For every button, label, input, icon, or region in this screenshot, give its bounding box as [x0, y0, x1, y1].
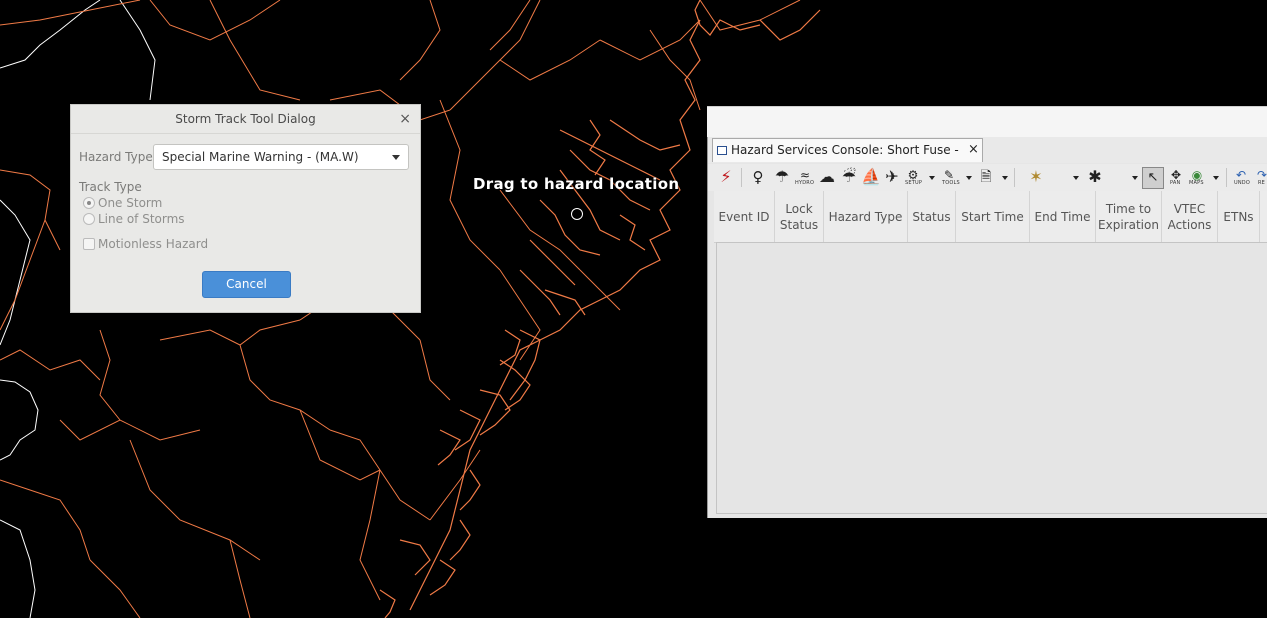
pan-label: PAN — [1170, 180, 1181, 186]
console-window-header — [707, 106, 1267, 137]
table-header: Event ID Lock Status Hazard Type Status … — [714, 191, 1267, 243]
chevron-down-icon[interactable] — [1213, 176, 1219, 180]
tab-short-fuse-console[interactable]: Hazard Services Console: Short Fuse - CH… — [712, 138, 983, 179]
hazard-table-body[interactable] — [716, 242, 1267, 514]
motionless-hazard-label: Motionless Hazard — [98, 237, 209, 251]
hazard-services-console: Hazard Services Console: Short Fuse - CH… — [707, 137, 1267, 518]
cloud-rain-icon[interactable]: ☔ — [839, 167, 859, 187]
cursor-circle-icon — [571, 208, 583, 220]
cloud-sun-icon[interactable]: ☁ — [817, 167, 837, 187]
lightning-icon[interactable]: ⚡ — [716, 167, 736, 187]
close-icon[interactable]: × — [399, 105, 411, 133]
toolbar-separator — [1014, 168, 1015, 187]
one-storm-label: One Storm — [98, 196, 163, 210]
document-icon[interactable]: 🗎 — [978, 167, 994, 187]
column-header-event-id[interactable]: Event ID — [714, 191, 775, 242]
cancel-button[interactable]: Cancel — [202, 271, 291, 298]
chevron-down-icon[interactable] — [1002, 176, 1008, 180]
chevron-down-icon[interactable] — [1073, 176, 1079, 180]
map-icon[interactable]: ✶ — [1026, 167, 1046, 187]
dialog-title: Storm Track Tool Dialog — [175, 112, 316, 126]
hazard-type-label: Hazard Type — [79, 150, 153, 164]
hazard-type-value: Special Marine Warning - (MA.W) — [162, 150, 359, 164]
column-header-hazard-type[interactable]: Hazard Type — [824, 191, 908, 242]
state-boundary — [119, 0, 156, 101]
window-icon — [717, 146, 727, 155]
track-type-label: Track Type — [79, 180, 142, 194]
storm-track-icon[interactable]: ♀ — [748, 167, 768, 187]
radio-line-of-storms[interactable] — [83, 213, 95, 225]
column-header-end-time[interactable]: End Time — [1030, 191, 1096, 242]
chevron-down-icon — [392, 155, 400, 160]
storm-track-tool-dialog: Storm Track Tool Dialog × Hazard Type Sp… — [70, 104, 421, 313]
state-boundary — [0, 519, 36, 618]
state-boundary — [0, 379, 39, 461]
close-icon[interactable]: × — [968, 139, 979, 161]
hazard-type-select[interactable]: Special Marine Warning - (MA.W) — [153, 144, 409, 170]
airplane-icon[interactable]: ✈ — [882, 167, 902, 187]
chevron-down-icon[interactable] — [929, 176, 935, 180]
marine-icon[interactable]: ⛵ — [861, 167, 881, 187]
column-header-lock-status[interactable]: Lock Status — [775, 191, 824, 242]
console-tabbar: Hazard Services Console: Short Fuse - CH… — [708, 137, 1267, 179]
redo-label: RE — [1258, 180, 1266, 186]
maps-label: MAPS — [1189, 180, 1204, 186]
undo-label: UNDO — [1234, 180, 1250, 186]
toolbar-separator — [741, 168, 742, 187]
column-header-overflow[interactable] — [1260, 191, 1267, 242]
setup-label: SETUP — [905, 180, 923, 186]
column-header-start-time[interactable]: Start Time — [956, 191, 1030, 242]
hydro-label: HYDRO — [795, 180, 815, 186]
column-header-time-to-expiration[interactable]: Time to Expiration — [1096, 191, 1162, 242]
drag-hint-label: Drag to hazard location — [473, 175, 680, 193]
chevron-down-icon[interactable] — [966, 176, 972, 180]
select-pointer-icon[interactable]: ↖ — [1142, 167, 1164, 189]
column-header-etns[interactable]: ETNs — [1218, 191, 1260, 242]
dialog-titlebar: Storm Track Tool Dialog × — [71, 105, 420, 134]
tornado-icon[interactable]: ☂ — [772, 167, 792, 187]
toolbar-separator — [1226, 168, 1227, 187]
line-of-storms-label: Line of Storms — [98, 212, 185, 226]
motionless-hazard-checkbox[interactable] — [83, 238, 95, 250]
column-header-status[interactable]: Status — [908, 191, 956, 242]
radio-one-storm[interactable] — [83, 197, 95, 209]
column-header-vtec-actions[interactable]: VTEC Actions — [1162, 191, 1218, 242]
state-boundary — [0, 0, 101, 69]
tools-label: TOOLS — [942, 180, 960, 186]
console-toolbar: ⚡ ♀ ☂ ≈ HYDRO ☁ ☔ ⛵ ✈ ⚙ SETUP ✎ TOOLS 🗎 … — [708, 164, 1267, 191]
chevron-down-icon[interactable] — [1132, 176, 1138, 180]
asterisk-icon[interactable]: ✱ — [1085, 167, 1105, 187]
